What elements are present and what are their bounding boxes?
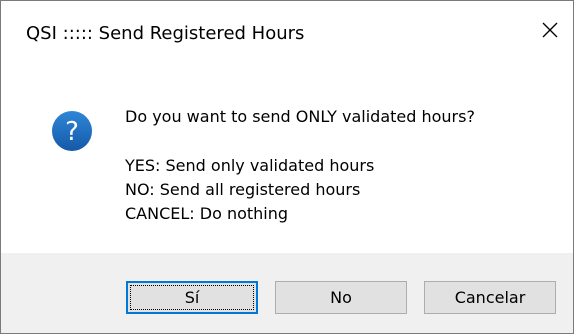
message-line-no: NO: Send all registered hours [125, 180, 361, 199]
question-icon: ? [52, 111, 92, 151]
message-lines: YES: Send only validated hours NO: Send … [125, 154, 374, 226]
dialog-content: ? Do you want to send ONLY validated hou… [1, 63, 573, 253]
title-bar[interactable]: QSI ::::: Send Registered Hours [1, 1, 573, 63]
message-dialog: QSI ::::: Send Registered Hours ? Do you… [0, 0, 574, 334]
message-line-cancel: CANCEL: Do nothing [125, 204, 289, 223]
button-bar: Sí No Cancelar [1, 253, 573, 333]
cancel-button-label: Cancelar [454, 288, 526, 307]
no-button[interactable]: No [275, 281, 407, 314]
cancel-button[interactable]: Cancelar [424, 281, 556, 314]
window-title: QSI ::::: Send Registered Hours [26, 23, 305, 44]
yes-button-label: Sí [184, 288, 200, 307]
yes-button[interactable]: Sí [126, 281, 258, 314]
close-icon [542, 22, 558, 38]
no-button-label: No [330, 288, 352, 307]
question-text: Do you want to send ONLY validated hours… [125, 107, 475, 126]
question-glyph: ? [65, 117, 79, 147]
close-button[interactable] [527, 9, 573, 51]
message-line-yes: YES: Send only validated hours [125, 156, 375, 175]
